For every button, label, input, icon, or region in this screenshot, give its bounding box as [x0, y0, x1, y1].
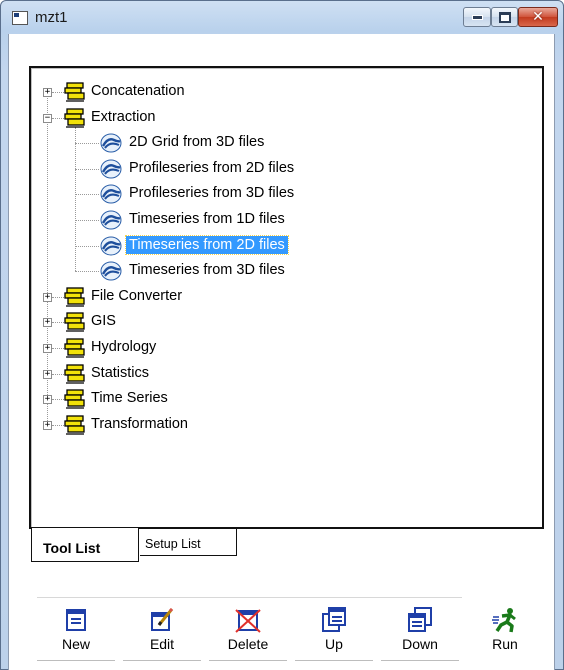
tree-connector-line	[52, 399, 64, 401]
folder-stack-icon	[64, 107, 86, 128]
folder-stack-icon	[64, 415, 86, 435]
maximize-icon	[498, 11, 511, 23]
tree-connector-line	[52, 424, 64, 426]
tree-connector-line	[75, 245, 99, 247]
tree-folder-hydrology[interactable]: Hydrology	[88, 338, 159, 356]
expand-toggle-icon[interactable]: +	[43, 395, 52, 405]
tree-item-profileseries-from-3d-files[interactable]: Profileseries from 3D files	[126, 184, 297, 202]
toolbar-baseline	[123, 660, 201, 661]
edit-icon	[151, 607, 174, 631]
expand-toggle-icon[interactable]: +	[43, 292, 52, 302]
up-button[interactable]: Up	[295, 598, 373, 660]
tree-connector-line	[75, 126, 76, 272]
expand-toggle-icon[interactable]: +	[43, 88, 52, 97]
minimize-button[interactable]	[463, 7, 491, 27]
tree-connector-line	[52, 348, 64, 349]
edit-label: Edit	[149, 636, 175, 652]
down-label: Down	[402, 636, 438, 652]
minimize-icon	[471, 14, 483, 20]
app-window-icon[interactable]	[12, 11, 28, 25]
expand-toggle-icon[interactable]: +	[43, 318, 52, 328]
run-icon	[492, 608, 516, 633]
tree-folder-extraction[interactable]: Extraction	[88, 108, 158, 126]
run-label: Run	[492, 636, 518, 652]
tree-folder-time-series[interactable]: Time Series	[88, 389, 171, 407]
tree-connector-line	[52, 117, 64, 119]
tool-wave-icon	[100, 236, 122, 256]
tree-connector-line	[52, 296, 64, 298]
up-icon	[322, 607, 346, 632]
new-label: New	[61, 636, 90, 652]
tool-wave-icon	[100, 261, 122, 281]
tree-connector-line	[75, 168, 99, 170]
folder-stack-icon	[64, 82, 86, 102]
tree-folder-concatenation[interactable]: Concatenation	[88, 82, 188, 100]
expand-toggle-icon[interactable]: +	[43, 344, 52, 353]
tree-connector-line	[75, 194, 99, 196]
folder-stack-icon	[64, 338, 86, 358]
tool-wave-icon	[100, 184, 122, 204]
folder-stack-icon	[64, 287, 86, 307]
tree-item-profileseries-from-2d-files[interactable]: Profileseries from 2D files	[126, 159, 297, 177]
folder-stack-icon	[64, 363, 86, 384]
tree-connector-line	[52, 92, 64, 93]
folder-stack-icon	[64, 389, 86, 409]
edit-button[interactable]: Edit	[123, 598, 201, 660]
expand-toggle-icon[interactable]: +	[43, 420, 52, 430]
close-icon: ✕	[532, 9, 544, 25]
tree-folder-file-converter[interactable]: File Converter	[88, 287, 185, 305]
tab-tool-list[interactable]: Tool List	[31, 528, 139, 562]
toolbar-baseline	[37, 660, 115, 661]
tree-item-2d-grid-from-3d-files[interactable]: 2D Grid from 3D files	[126, 133, 267, 151]
tree-item-timeseries-from-2d-files[interactable]: Timeseries from 2D files	[125, 234, 289, 255]
down-icon	[408, 607, 432, 632]
tree-connector-line	[52, 322, 64, 324]
tree-folder-gis[interactable]: GIS	[88, 312, 119, 330]
tool-wave-icon	[100, 159, 122, 179]
tree-item-timeseries-from-3d-files[interactable]: Timeseries from 3D files	[126, 261, 288, 279]
new-button[interactable]: New	[37, 598, 115, 660]
run-button[interactable]: Run	[466, 598, 544, 660]
maximize-button[interactable]	[491, 7, 518, 27]
delete-button[interactable]: Delete	[209, 598, 287, 660]
expand-toggle-icon[interactable]: +	[43, 369, 52, 379]
tree-connector-line	[75, 220, 99, 221]
tree-connector-line	[75, 271, 99, 273]
title-bar[interactable]: mzt1 ✕	[1, 1, 563, 35]
folder-stack-icon	[64, 312, 86, 333]
toolbar-baseline	[381, 660, 459, 661]
toolbar-baseline	[209, 660, 287, 661]
tab-setup-list[interactable]: Setup List	[140, 528, 237, 556]
new-icon	[66, 609, 86, 631]
tree-folder-transformation[interactable]: Transformation	[88, 415, 191, 433]
tree-connector-line	[75, 143, 99, 145]
delete-label: Delete	[227, 636, 269, 652]
down-button[interactable]: Down	[381, 598, 459, 660]
collapse-toggle-icon[interactable]: −	[43, 113, 52, 123]
window-title: mzt1	[35, 9, 68, 26]
tool-wave-icon	[100, 133, 122, 153]
close-button[interactable]: ✕	[518, 7, 558, 27]
toolbar-baseline	[295, 660, 373, 661]
tree-connector-line	[52, 373, 64, 375]
delete-icon	[235, 609, 261, 633]
tool-wave-icon	[100, 210, 122, 230]
up-label: Up	[325, 636, 343, 652]
tree-item-timeseries-from-1d-files[interactable]: Timeseries from 1D files	[126, 210, 288, 228]
tree-folder-statistics[interactable]: Statistics	[88, 364, 152, 382]
